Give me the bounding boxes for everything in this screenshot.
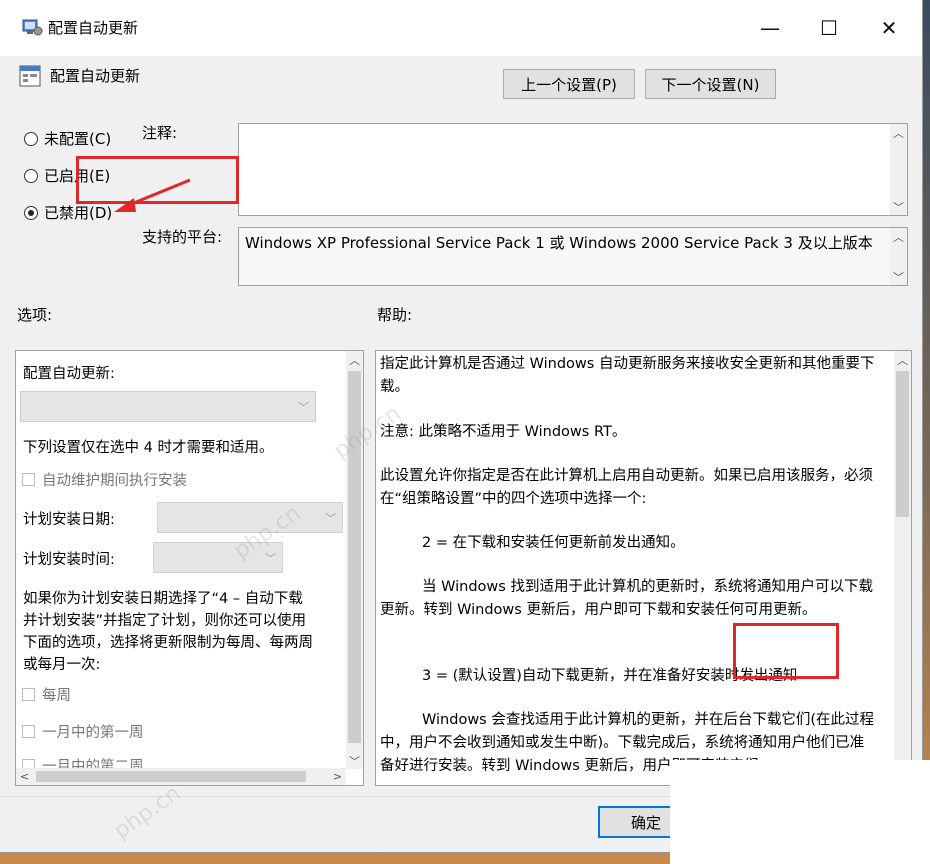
schedule-day-label: 计划安装日期:	[23, 512, 115, 528]
window-title: 配置自动更新	[48, 19, 139, 37]
options-note: 下列设置仅在选中 4 时才需要和适用。	[23, 440, 274, 456]
radio-disabled[interactable]: 已禁用(D)	[24, 202, 112, 223]
chevron-down-icon: ﹀	[298, 400, 309, 414]
help-paragraph-5: 当 Windows 找到适用于此计算机的更新时，系统将通知用户可以下载更新。转到…	[380, 579, 873, 618]
help-panel: 指定此计算机是否通过 Windows 自动更新服务来接收安全更新和其他重要下载。…	[375, 350, 912, 786]
setting-title: 配置自动更新	[50, 67, 141, 85]
configure-auto-update-label: 配置自动更新:	[23, 366, 115, 382]
configure-auto-update-dropdown[interactable]: ﹀	[20, 391, 316, 422]
scroll-down-icon[interactable]: ﹀	[890, 268, 907, 285]
chevron-down-icon: ﹀	[265, 551, 276, 565]
weekly-label: 每周	[42, 688, 71, 704]
weekly-checkbox-box[interactable]	[22, 688, 35, 701]
chevron-down-icon: ﹀	[325, 511, 336, 525]
platform-scrollbar[interactable]: ︿ ﹀	[890, 228, 907, 285]
scroll-left-icon[interactable]: <	[16, 768, 33, 785]
schedule-time-label: 计划安装时间:	[23, 552, 115, 568]
radio-disabled-label: 已禁用(D)	[44, 204, 113, 222]
scroll-up-icon[interactable]: ︿	[890, 124, 907, 141]
next-setting-button[interactable]: 下一个设置(N)	[645, 69, 776, 99]
radio-not-configured-indicator[interactable]	[24, 131, 38, 146]
minimize-button[interactable]: —	[740, 0, 800, 56]
policy-setting-icon	[19, 65, 41, 87]
image-crop-area	[670, 760, 930, 864]
options-panel: 配置自动更新: ﹀ 下列设置仅在选中 4 时才需要和适用。 自动维护期间执行安装…	[15, 350, 364, 786]
scroll-up-icon[interactable]: ︿	[346, 351, 363, 368]
comment-scrollbar[interactable]: ︿ ﹀	[890, 124, 907, 215]
options-label: 选项:	[17, 306, 53, 324]
help-vscroll-thumb[interactable]	[896, 371, 909, 517]
radio-not-configured-label: 未配置(C)	[44, 130, 112, 148]
annotation-arrow-icon	[114, 178, 191, 212]
title-bar[interactable]: 配置自动更新 — ☐ ✕	[0, 0, 922, 56]
annotation-box-notify	[733, 623, 839, 679]
help-paragraph-1: 指定此计算机是否通过 Windows 自动更新服务来接收安全更新和其他重要下载。	[380, 356, 875, 395]
policy-dialog: 配置自动更新 — ☐ ✕ 配置自动更新 上一个设置(P) 下一个设置(N) 未配…	[0, 0, 923, 853]
first-week-checkbox[interactable]: 一月中的第一周	[22, 721, 144, 742]
group-policy-icon	[22, 19, 43, 36]
options-paragraph-line-4: 或每月一次:	[23, 657, 101, 673]
options-horizontal-scrollbar[interactable]: < >	[16, 768, 346, 785]
help-paragraph-2: 注意: 此策略不适用于 Windows RT。	[380, 424, 627, 440]
first-week-checkbox-box[interactable]	[22, 725, 35, 738]
scroll-down-icon[interactable]: ﹀	[346, 752, 363, 769]
scroll-up-icon[interactable]: ︿	[890, 228, 907, 245]
scroll-up-icon[interactable]: ︿	[894, 351, 911, 368]
scroll-right-icon[interactable]: >	[329, 768, 346, 785]
options-paragraph-line-3: 下面的选项，选择将更新限制为每周、每两周	[23, 635, 313, 651]
radio-enabled-indicator[interactable]	[24, 168, 38, 183]
comment-textarea[interactable]: ︿ ﹀	[238, 123, 908, 216]
maximize-button[interactable]: ☐	[799, 0, 859, 56]
help-paragraph-3: 此设置允许你指定是否在此计算机上启用自动更新。如果已启用该服务，必须在“组策略设…	[380, 468, 873, 507]
options-vertical-scrollbar[interactable]: ︿ ﹀	[346, 351, 363, 769]
help-vertical-scrollbar[interactable]: ︿ ﹀	[894, 351, 911, 785]
close-icon: ✕	[880, 16, 898, 40]
auto-maintenance-checkbox[interactable]: 自动维护期间执行安装	[22, 469, 187, 490]
weekly-checkbox[interactable]: 每周	[22, 684, 71, 705]
maximize-icon: ☐	[820, 16, 838, 40]
first-week-label: 一月中的第一周	[42, 725, 144, 741]
platform-field: Windows XP Professional Service Pack 1 或…	[238, 227, 908, 286]
close-button[interactable]: ✕	[859, 0, 919, 56]
platform-label: 支持的平台:	[142, 228, 223, 246]
radio-disabled-indicator[interactable]	[24, 205, 38, 220]
help-label: 帮助:	[377, 306, 413, 324]
options-paragraph-line-1: 如果你为计划安装日期选择了“4 – 自动下载	[23, 591, 303, 607]
radio-not-configured[interactable]: 未配置(C)	[24, 128, 111, 149]
auto-maintenance-label: 自动维护期间执行安装	[42, 473, 187, 489]
auto-maintenance-checkbox-box[interactable]	[22, 473, 35, 486]
previous-setting-button[interactable]: 上一个设置(P)	[503, 69, 635, 99]
options-paragraph-line-2: 并计划安装”并指定了计划，则你还可以使用	[23, 613, 307, 629]
comment-label: 注释:	[142, 124, 178, 142]
help-paragraph-4: 2 = 在下载和安装任何更新前发出通知。	[422, 535, 685, 551]
scroll-down-icon[interactable]: ﹀	[890, 198, 907, 215]
platform-value: Windows XP Professional Service Pack 1 或…	[245, 234, 873, 252]
minimize-icon: —	[760, 16, 780, 40]
